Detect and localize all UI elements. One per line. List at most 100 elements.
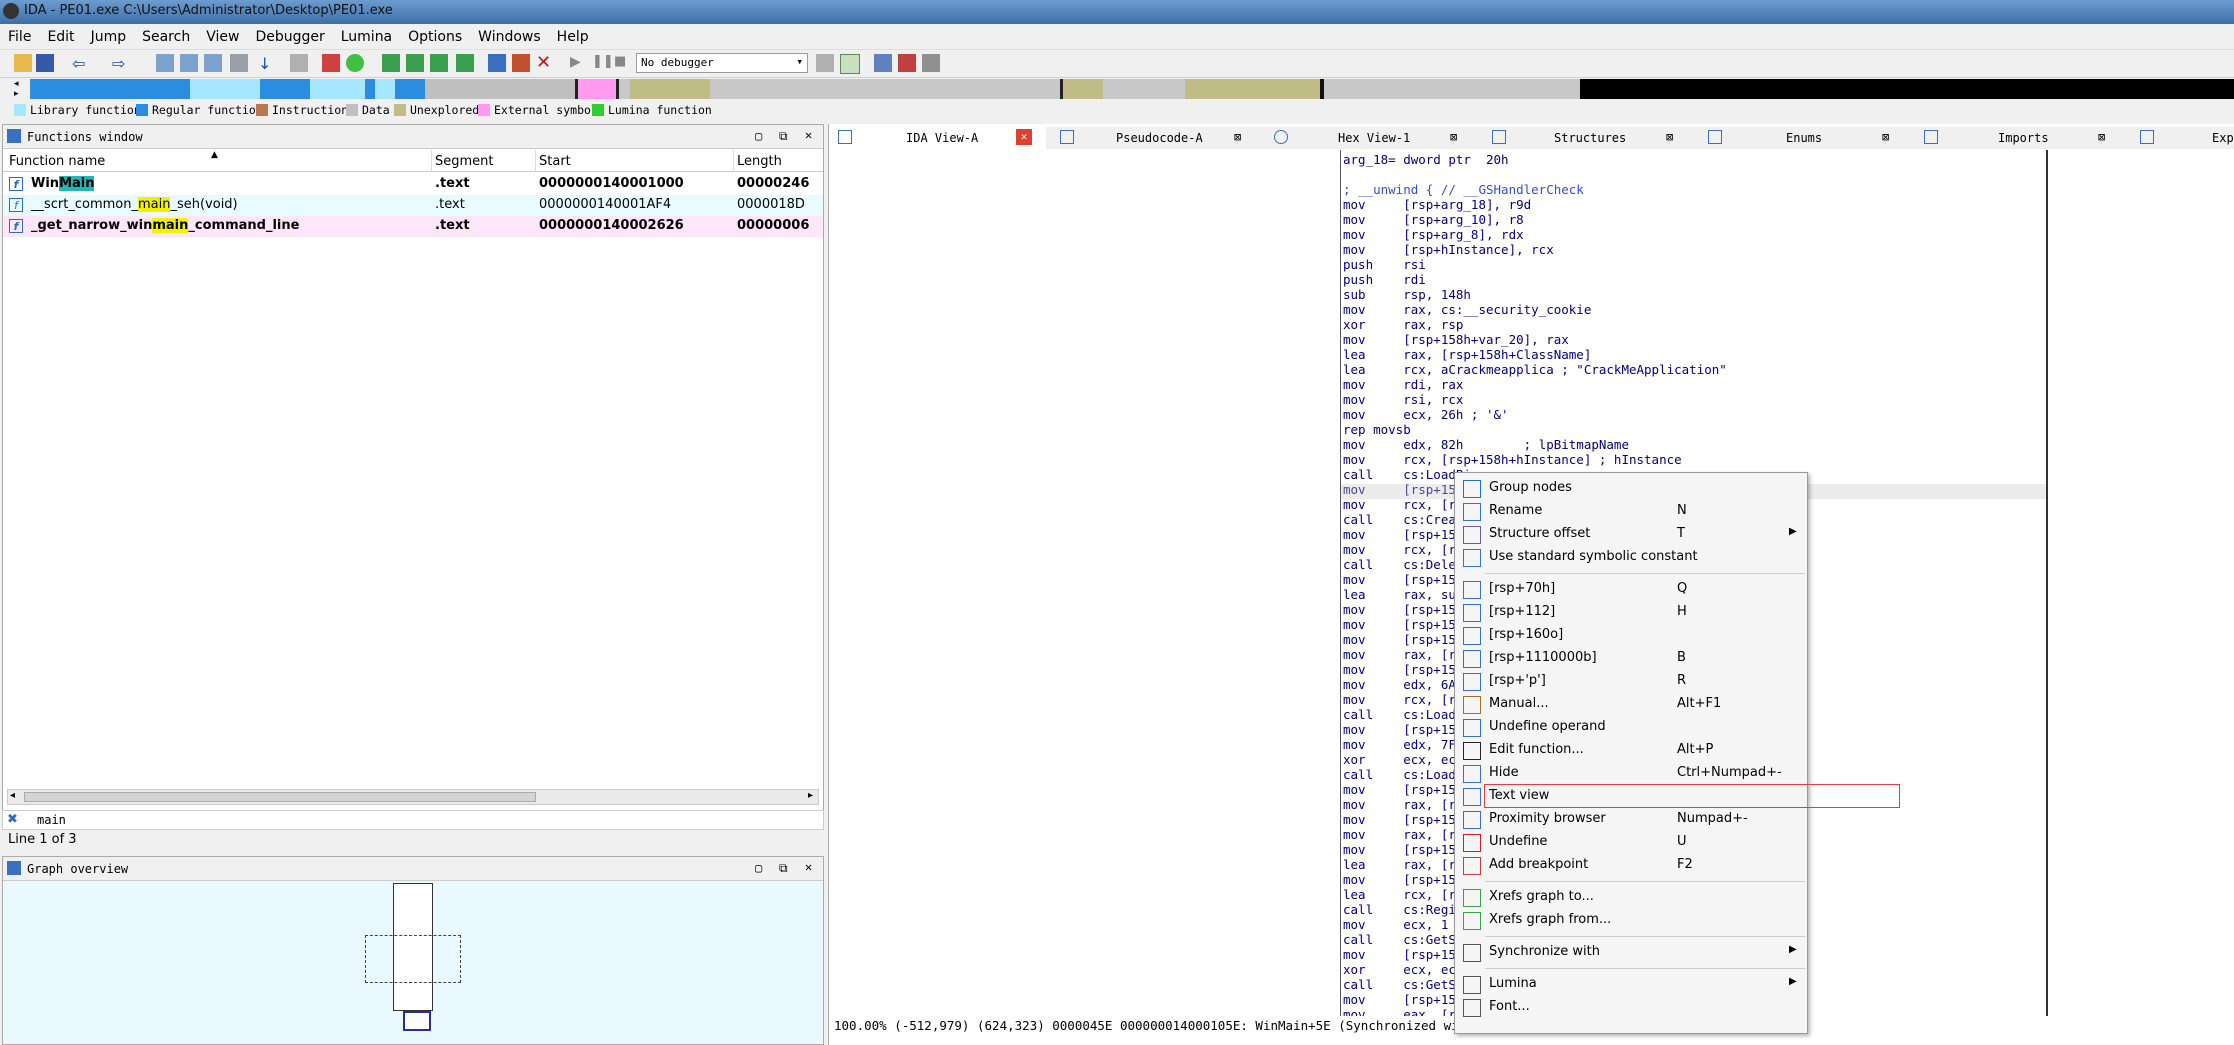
nav-arrows[interactable]: ◂ ▸ <box>14 79 28 99</box>
context-menu-item[interactable]: Proximity browser Numpad+- <box>1455 808 1809 830</box>
delete-icon[interactable]: ✕ <box>536 54 554 72</box>
close-icon[interactable]: ✕ <box>805 128 812 142</box>
binary-search-icon[interactable] <box>156 54 174 72</box>
code-line[interactable]: xor rax, rsp <box>1343 317 1727 332</box>
menu-windows[interactable]: Windows <box>470 24 549 45</box>
menu-debugger[interactable]: Debugger <box>247 24 332 45</box>
tab-hex-view-1[interactable]: Hex View-1 ⊠ <box>1262 127 1479 149</box>
float-icon[interactable]: ⧉ <box>779 861 788 876</box>
code-line[interactable]: lea rax, [rsp+158h+ClassName] <box>1343 347 1727 362</box>
viewport-rect[interactable] <box>365 935 461 983</box>
scroll-left-icon[interactable]: ◂ <box>10 790 15 801</box>
code-line[interactable]: mov rcx, [rsp+158h+hInstance] ; hInstanc… <box>1343 452 1727 467</box>
menu-search[interactable]: Search <box>134 24 198 45</box>
restore-icon[interactable]: ▢ <box>755 861 762 875</box>
code-line[interactable]: lea rcx, aCrackmeapplica ; "CrackMeAppli… <box>1343 362 1727 377</box>
menu-view[interactable]: View <box>198 24 247 45</box>
float-icon[interactable]: ⧉ <box>779 129 788 144</box>
context-menu-item[interactable]: Use standard symbolic constant <box>1455 546 1809 568</box>
jump-down-icon[interactable]: ↓ <box>258 54 276 73</box>
add-segment-icon[interactable] <box>430 54 448 72</box>
sync-icon[interactable] <box>840 54 860 74</box>
table-row[interactable]: f _get_narrow_winmain_command_line .text… <box>3 216 823 237</box>
scrollbar-thumb[interactable] <box>24 792 536 802</box>
tab-structures[interactable]: Structures ⊠ <box>1478 127 1695 149</box>
code-line[interactable]: rep movsb <box>1343 422 1727 437</box>
context-menu-item[interactable]: [rsp+112] H <box>1455 601 1809 623</box>
tab-enums[interactable]: Enums ⊠ <box>1694 127 1911 149</box>
code-line[interactable]: mov [rsp+arg_8], rdx <box>1343 227 1727 242</box>
tab-pseudocode-a[interactable]: Pseudocode-A ⊠ <box>1046 127 1263 149</box>
context-menu-item[interactable]: Undefine operand <box>1455 716 1809 738</box>
menu-lumina[interactable]: Lumina <box>333 24 400 45</box>
immediate-search-icon[interactable] <box>204 54 222 72</box>
column-function-name[interactable]: Function name <box>9 154 105 169</box>
context-menu-item[interactable]: [rsp+160o] <box>1455 624 1809 646</box>
context-menu-item[interactable]: Xrefs graph from... <box>1455 909 1809 931</box>
context-menu-item[interactable]: Synchronize with ▶ <box>1455 941 1809 963</box>
context-menu-item[interactable]: Text view <box>1463 784 1900 808</box>
menu-jump[interactable]: Jump <box>83 24 135 45</box>
code-line[interactable]: sub rsp, 148h <box>1343 287 1727 302</box>
context-menu-item[interactable]: Manual... Alt+F1 <box>1455 693 1809 715</box>
stop-icon[interactable]: ■ <box>614 54 632 72</box>
close-icon[interactable]: ⊠ <box>1234 130 1241 144</box>
cross-reference-icon[interactable] <box>488 54 506 72</box>
data-icon[interactable] <box>346 54 364 72</box>
tab-exports[interactable]: Exp <box>2126 127 2234 149</box>
close-icon[interactable]: ⊠ <box>1882 130 1889 144</box>
context-menu-item[interactable]: Structure offset T ▶ <box>1455 523 1809 545</box>
close-icon[interactable]: ⊠ <box>1666 130 1673 144</box>
open-icon[interactable] <box>14 54 32 72</box>
context-menu-item[interactable]: Rename N <box>1455 500 1809 522</box>
context-menu-item[interactable]: Hide Ctrl+Numpad+- <box>1455 762 1809 784</box>
scroll-right-icon[interactable]: ▸ <box>808 790 813 801</box>
close-icon[interactable]: ✕ <box>1016 129 1032 145</box>
graph-node-small[interactable] <box>403 1011 431 1031</box>
context-menu-item[interactable]: Edit function... Alt+P <box>1455 739 1809 761</box>
add-enum-icon[interactable] <box>406 54 424 72</box>
tracing-icon[interactable] <box>898 54 916 72</box>
code-line[interactable]: mov ecx, 26h ; '&' <box>1343 407 1727 422</box>
close-icon[interactable]: ⊠ <box>2098 130 2105 144</box>
code-line[interactable]: mov edx, 82h ; lpBitmapName <box>1343 437 1727 452</box>
code-line[interactable]: mov [rsp+arg_10], r8 <box>1343 212 1727 227</box>
close-icon[interactable]: ⊠ <box>1450 130 1457 144</box>
table-row[interactable]: f WinMain .text 0000000140001000 0000024… <box>3 174 823 195</box>
code-line[interactable]: mov [rsp+arg_18], r9d <box>1343 197 1727 212</box>
context-menu-item[interactable]: [rsp+1110000b] B <box>1455 647 1809 669</box>
close-icon[interactable]: ✕ <box>805 860 812 874</box>
table-row[interactable]: f __scrt_common_main_seh(void) .text 000… <box>3 195 823 216</box>
code-line[interactable]: mov rax, cs:__security_cookie <box>1343 302 1727 317</box>
context-menu-item[interactable]: [rsp+70h] Q <box>1455 578 1809 600</box>
plugin-icon[interactable] <box>456 54 474 72</box>
clear-filter-icon[interactable]: ✖ <box>7 812 18 827</box>
menu-file[interactable]: File <box>0 24 39 45</box>
code-line[interactable]: mov [rsp+158h+var_20], rax <box>1343 332 1727 347</box>
column-segment[interactable]: Segment <box>435 154 494 169</box>
context-menu-item[interactable]: Group nodes <box>1455 477 1809 499</box>
horizontal-scrollbar[interactable]: ◂ ▸ <box>7 789 819 805</box>
attach-icon[interactable] <box>816 54 834 72</box>
context-menu-item[interactable]: Lumina ▶ <box>1455 973 1809 995</box>
back-icon[interactable]: ⇦ <box>72 54 90 73</box>
tab-imports[interactable]: Imports ⊠ <box>1910 127 2127 149</box>
pause-icon[interactable]: ❚❚ <box>592 54 614 72</box>
context-menu-item[interactable]: Font... <box>1455 996 1809 1018</box>
run-icon[interactable]: ▶ <box>570 54 588 72</box>
graph-icon[interactable] <box>512 54 530 72</box>
forward-icon[interactable]: ⇨ <box>112 54 130 73</box>
add-struct-icon[interactable] <box>382 54 400 72</box>
context-menu-item[interactable]: Xrefs graph to... <box>1455 886 1809 908</box>
tab-ida-view-a[interactable]: IDA View-A ✕ <box>830 127 1047 149</box>
debugger-options-icon[interactable] <box>922 54 940 72</box>
menu-edit[interactable]: Edit <box>39 24 82 45</box>
context-menu-item[interactable]: Undefine U <box>1455 831 1809 853</box>
filter-input[interactable]: main <box>37 813 66 827</box>
save-icon[interactable] <box>36 54 54 72</box>
column-start[interactable]: Start <box>539 154 571 169</box>
code-line[interactable]: mov rdi, rax <box>1343 377 1727 392</box>
breakpoint-list-icon[interactable] <box>874 54 892 72</box>
context-menu-item[interactable]: [rsp+'p'] R <box>1455 670 1809 692</box>
context-menu-item[interactable]: Add breakpoint F2 <box>1455 854 1809 876</box>
